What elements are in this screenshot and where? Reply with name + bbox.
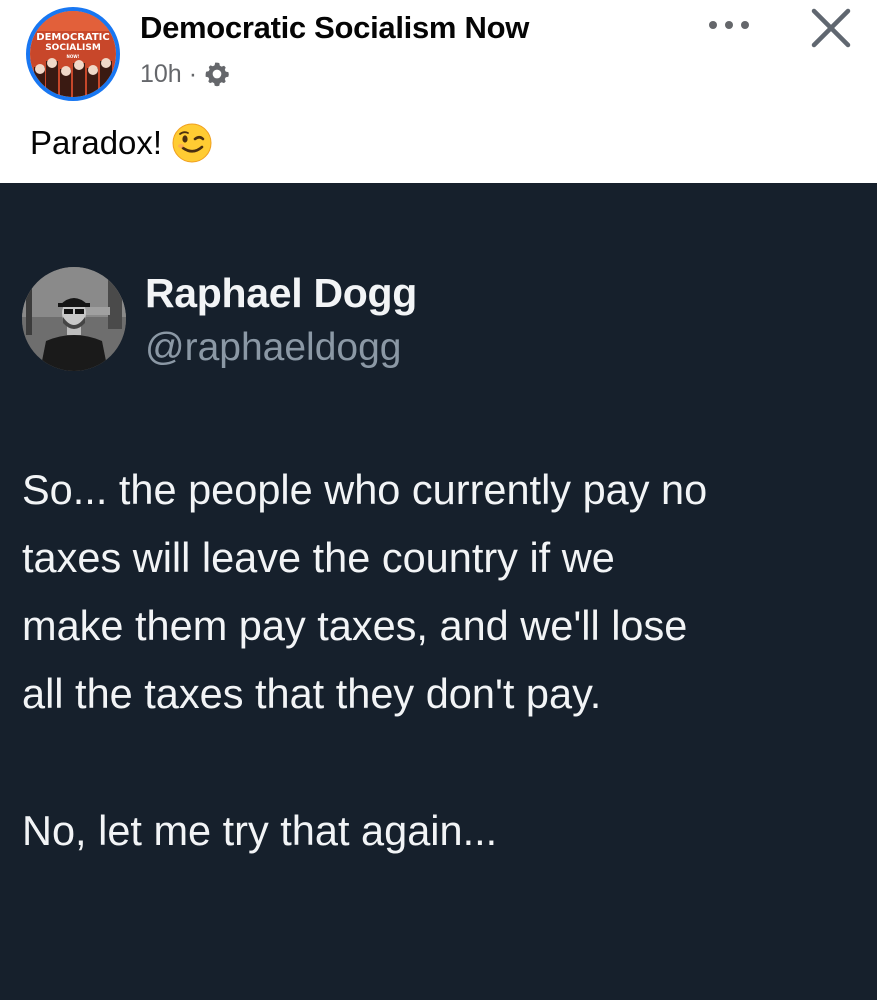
tweet-text-line: all the taxes that they don't pay.	[22, 670, 602, 717]
more-horizontal-icon	[709, 21, 749, 29]
page-avatar[interactable]: DEMOCRATIC SOCIALISM NOW!	[26, 7, 120, 101]
tweet-avatar-photo	[22, 267, 126, 371]
logo-text-line3: NOW!	[66, 54, 80, 59]
meta-separator: ·	[188, 59, 198, 88]
logo-text-line1: DEMOCRATIC	[36, 32, 110, 43]
more-options-button[interactable]	[702, 8, 756, 42]
close-icon	[811, 8, 851, 48]
tweet-text-line: make them pay taxes, and we'll lose	[22, 602, 688, 649]
tweet-handle: @raphaeldogg	[145, 326, 402, 369]
tweet-text-line: No, let me try that again...	[22, 807, 498, 854]
caption-text: Paradox!	[30, 124, 163, 161]
tweet-display-name: Raphael Dogg	[145, 270, 418, 316]
page-name-link[interactable]: Democratic Socialism Now	[140, 10, 529, 46]
post-timestamp[interactable]: 10h	[140, 60, 182, 89]
post-meta: 10h ·	[140, 58, 230, 90]
post-header: DEMOCRATIC SOCIALISM NOW! Democratic Soc…	[0, 0, 877, 183]
wink-emoji-icon	[172, 123, 212, 163]
tweet-text-line: taxes will leave the country if we	[22, 534, 615, 581]
post-caption: Paradox!	[30, 120, 213, 166]
logo-text-line2: SOCIALISM	[45, 43, 101, 53]
tweet-text-line: So... the people who currently pay no	[22, 466, 708, 513]
gear-icon[interactable]	[204, 61, 230, 87]
tweet-screenshot[interactable]: Raphael Dogg @raphaeldogg So... the peop…	[0, 183, 877, 1000]
screenshot-root: DEMOCRATIC SOCIALISM NOW! Democratic Soc…	[0, 0, 877, 1000]
close-button[interactable]	[806, 3, 856, 53]
tweet-avatar	[22, 267, 126, 371]
